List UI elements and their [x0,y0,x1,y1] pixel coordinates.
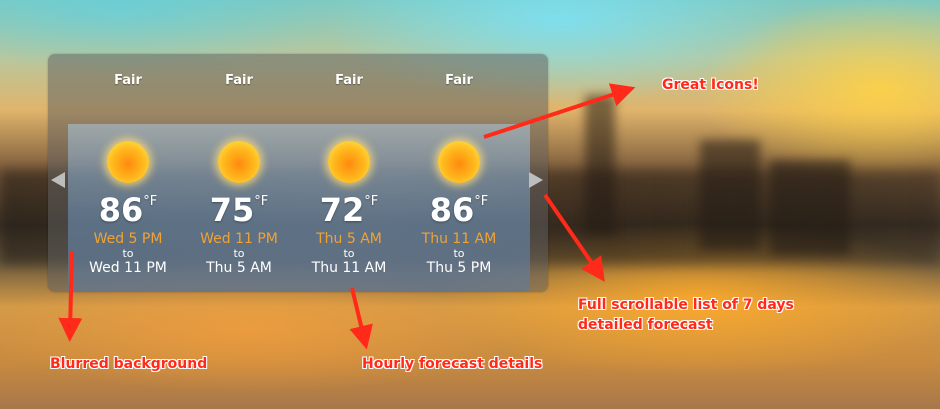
annotation-scroll-line1: Full scrollable list of 7 days [578,297,794,313]
annotation-scroll-line2: detailed forecast [578,317,713,333]
annotation-hourly: Hourly forecast details [362,356,543,372]
arrow-to-blur [58,251,83,342]
annotation-blur: Blurred background [50,356,208,372]
arrow-to-icons [483,83,636,139]
annotation-arrows [58,83,636,350]
annotation-icons: Great Icons! [662,77,759,93]
arrow-to-hourly [349,287,373,350]
arrow-to-scroll [543,193,605,282]
